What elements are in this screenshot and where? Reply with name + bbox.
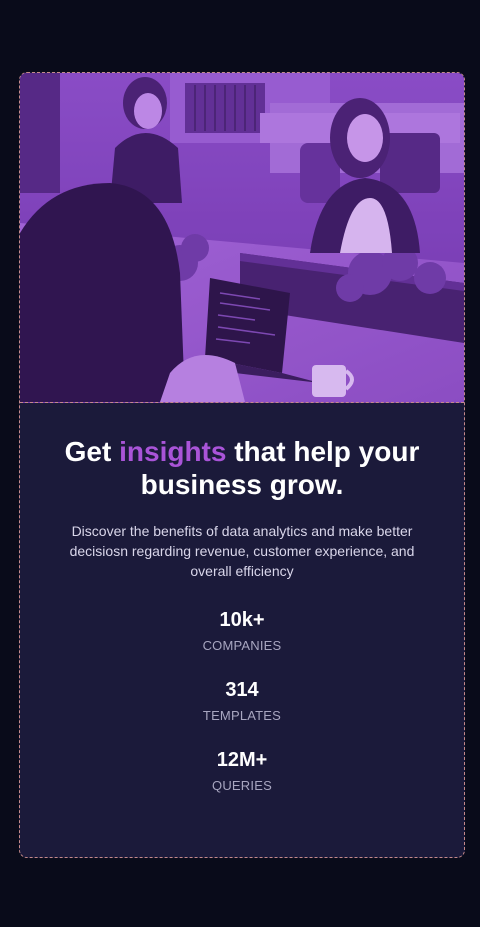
stat-value: 314 bbox=[225, 679, 259, 701]
stat-label: TEMPLATES bbox=[202, 708, 282, 723]
hero-image bbox=[20, 73, 464, 403]
stats-card: Get insights that help your business gro… bbox=[19, 72, 465, 858]
content-section: Get insights that help your business gro… bbox=[20, 403, 464, 794]
stat-label: QUERIES bbox=[212, 778, 272, 793]
stat-companies: 10k+ COMPANIES bbox=[20, 608, 464, 654]
headline-accent: insights bbox=[119, 436, 227, 467]
stat-label: COMPANIES bbox=[202, 638, 282, 653]
description: Discover the benefits of data analytics … bbox=[69, 523, 415, 579]
stat-value: 12M+ bbox=[216, 749, 268, 771]
headline: Get insights that help your business gro… bbox=[40, 435, 444, 501]
stat-templates: 314 TEMPLATES bbox=[20, 678, 464, 724]
headline-text-start: Get bbox=[64, 436, 120, 467]
stat-value: 10k+ bbox=[219, 609, 265, 631]
stat-queries: 12M+ QUERIES bbox=[20, 748, 464, 794]
